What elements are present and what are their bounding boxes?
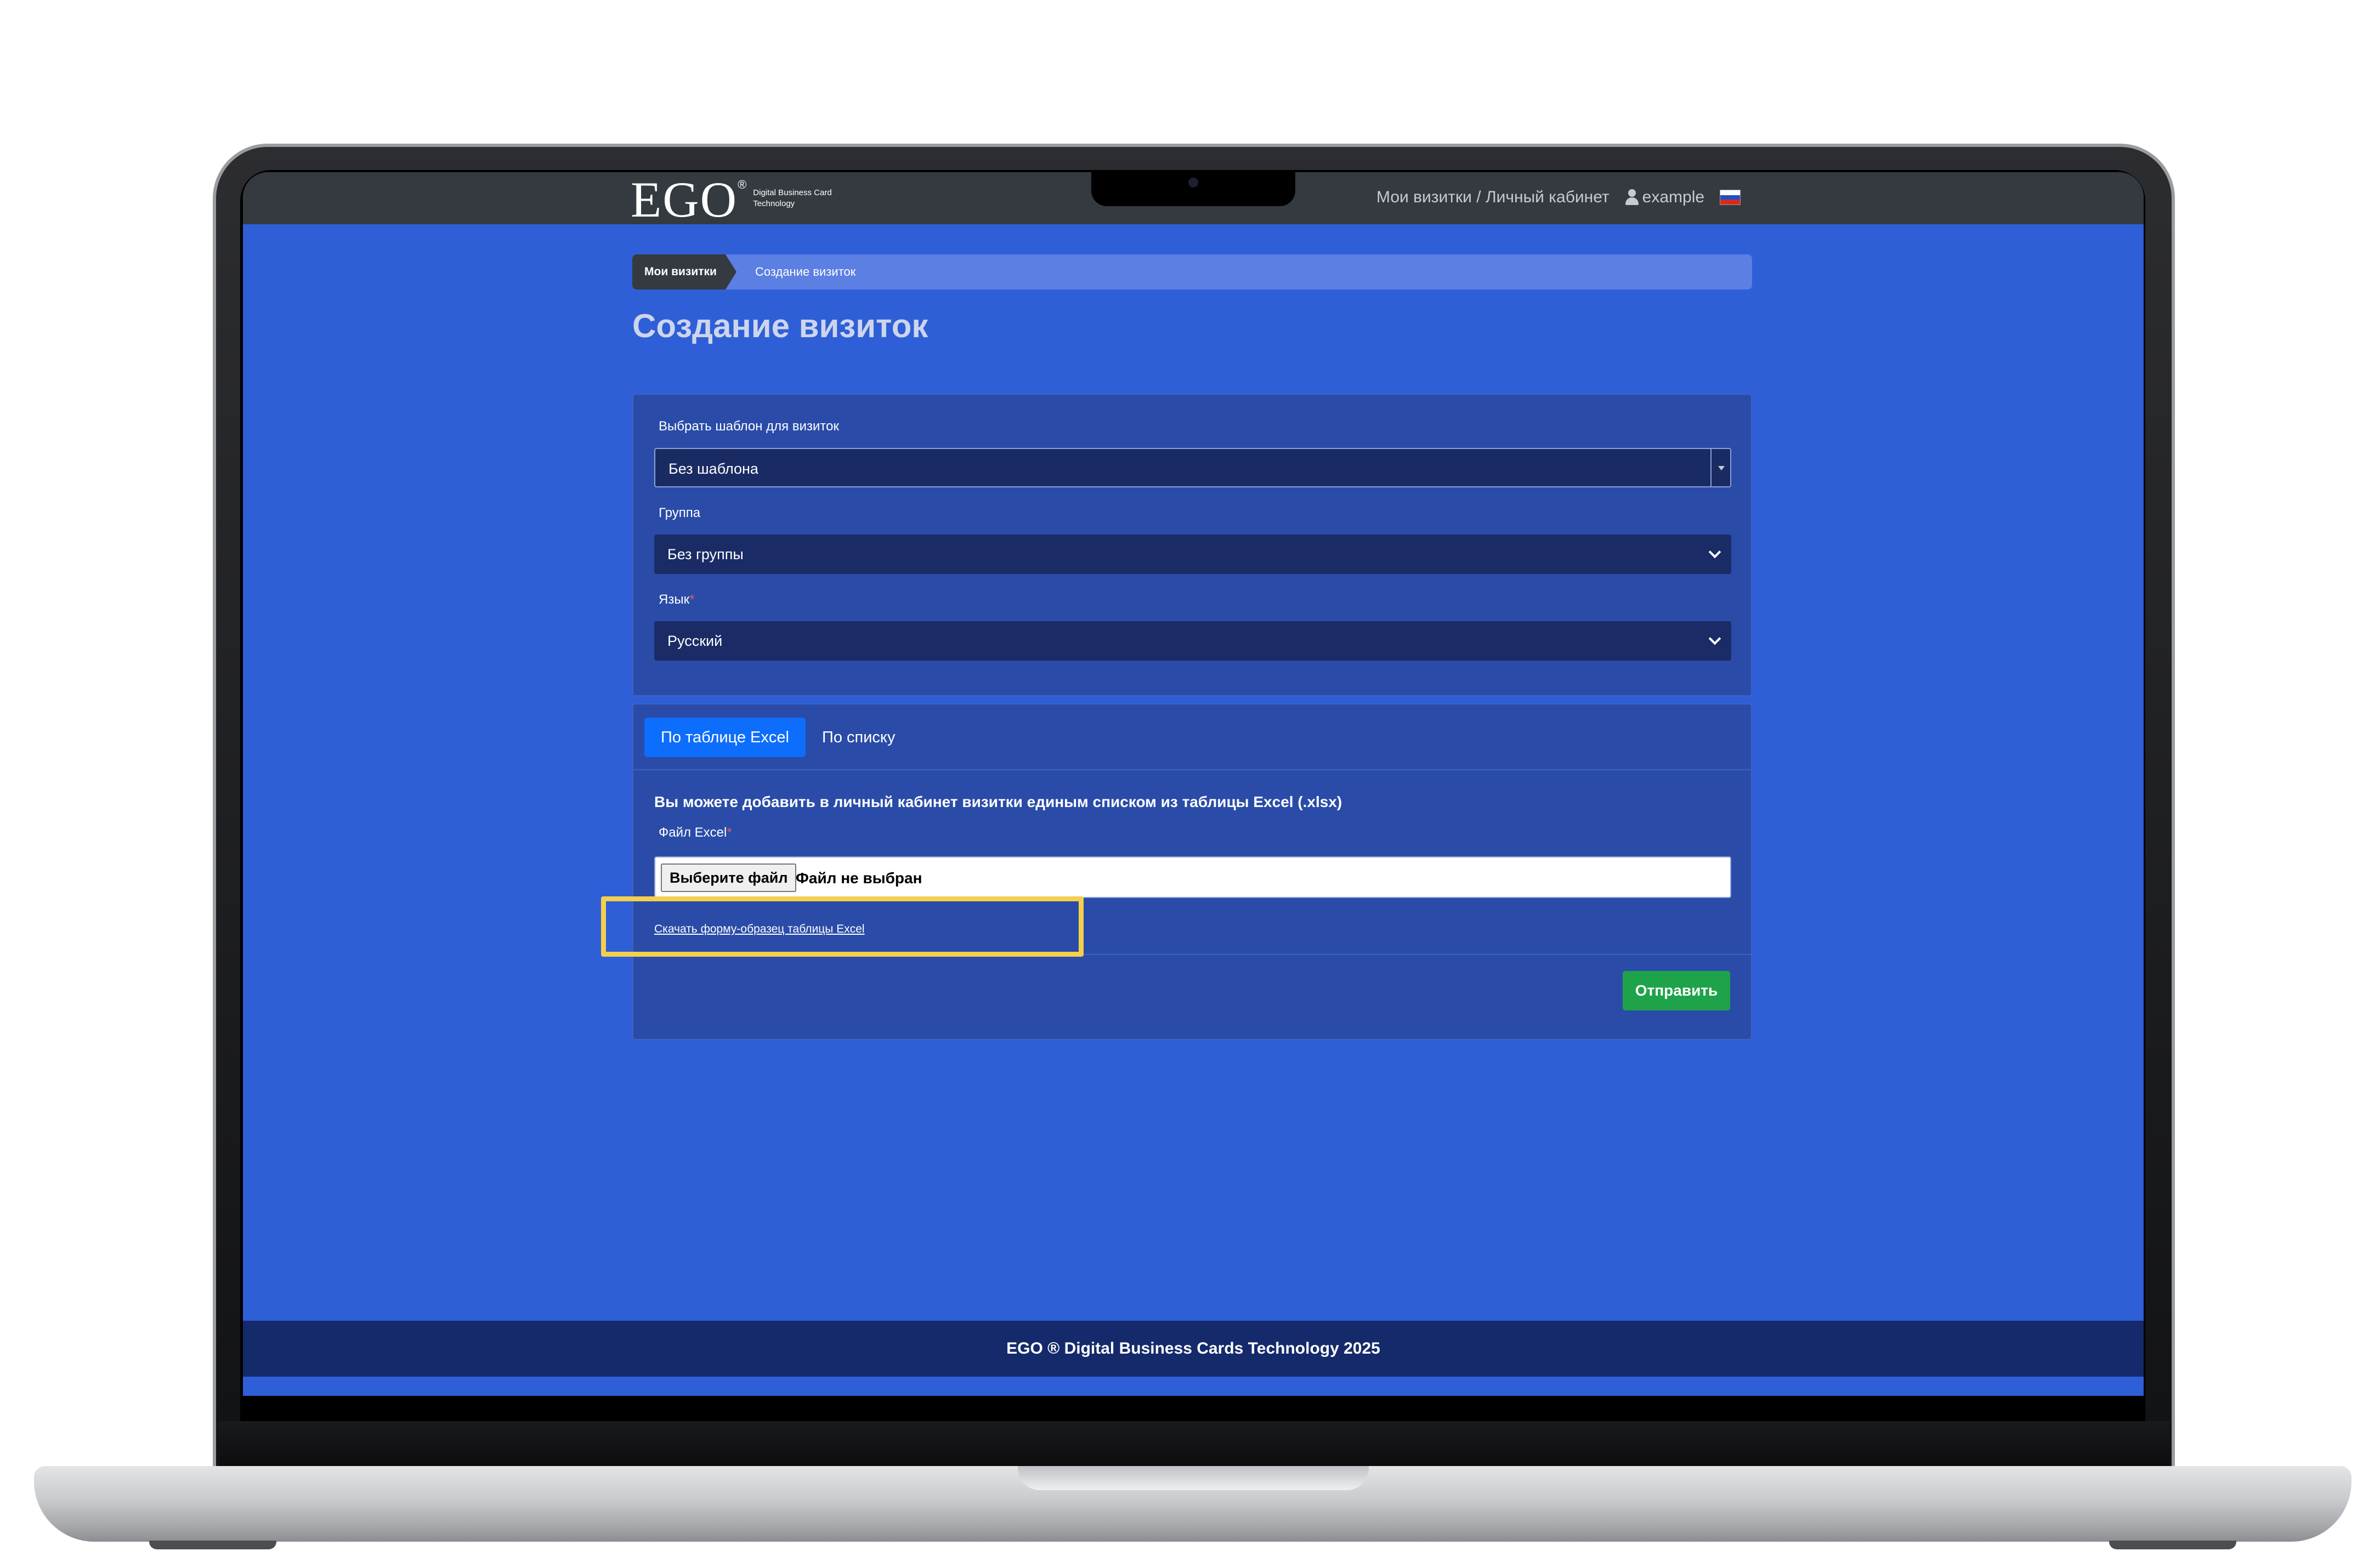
group-select[interactable]: Без группы [654, 535, 1731, 574]
highlight-annotation [601, 896, 1084, 957]
nav-my-cards-link[interactable]: Мои визитки / Личный кабинет [1376, 188, 1610, 207]
language-select-value: Русский [667, 633, 723, 649]
camera-icon [1188, 178, 1198, 188]
breadcrumb-home[interactable]: Мои визитки [632, 254, 726, 289]
group-label: Группа [659, 505, 701, 520]
caret-down-icon [1710, 449, 1730, 486]
screen: EGO ® Digital Business Card Technology М… [243, 172, 2144, 1396]
laptop-foot-left [149, 1541, 276, 1549]
breadcrumb-arrow [726, 254, 736, 289]
ego-logo[interactable]: EGO ® Digital Business Card Technology [631, 174, 835, 225]
file-label: Файл Excel* [659, 825, 732, 840]
file-input[interactable]: Выберите файл Файл не выбран [654, 856, 1731, 898]
choose-file-button[interactable]: Выберите файл [661, 863, 797, 892]
upload-card: По таблице Excel По списку Вы можете доб… [632, 703, 1752, 1040]
footer: EGO ® Digital Business Cards Technology … [243, 1321, 2144, 1377]
language-select[interactable]: Русский [654, 621, 1731, 661]
language-label: Язык* [659, 592, 694, 607]
language-label-text: Язык [659, 592, 690, 607]
tab-excel[interactable]: По таблице Excel [644, 718, 806, 757]
chevron-down-icon [1708, 546, 1721, 559]
username: example [1642, 188, 1705, 206]
required-asterisk: * [727, 825, 732, 840]
template-select-value: Без шаблона [668, 461, 758, 477]
page-title: Создание визиток [632, 308, 928, 344]
breadcrumb-current: Создание визиток [755, 265, 856, 279]
file-label-text: Файл Excel [659, 825, 727, 840]
logo-text: EGO [631, 172, 738, 228]
logo-registered-mark: ® [738, 178, 747, 191]
tab-list[interactable]: По списку [822, 718, 895, 757]
user-icon [1625, 189, 1639, 206]
nav-right: Мои визитки / Личный кабинет example [1376, 185, 1741, 209]
template-select[interactable]: Без шаблона [654, 448, 1731, 487]
chevron-down-icon [1708, 632, 1721, 645]
upload-tabs: По таблице Excel По списку [633, 705, 1751, 770]
submit-button[interactable]: Отправить [1623, 971, 1730, 1010]
user-menu[interactable]: example [1625, 188, 1704, 207]
logo-tagline: Digital Business Card Technology [753, 188, 832, 208]
settings-card: Выбрать шаблон для визиток Без шаблона Г… [632, 394, 1752, 696]
laptop-chin [219, 1421, 2169, 1466]
required-asterisk: * [689, 592, 695, 607]
template-label: Выбрать шаблон для визиток [659, 419, 839, 434]
laptop-base-notch [1018, 1466, 1369, 1490]
laptop-foot-right [2109, 1541, 2236, 1549]
group-select-value: Без группы [667, 546, 744, 563]
breadcrumb: Мои визитки Создание визиток [632, 254, 1752, 289]
ru-flag-icon[interactable] [1720, 190, 1741, 205]
file-status: Файл не выбран [796, 870, 922, 887]
upload-description: Вы можете добавить в личный кабинет визи… [654, 793, 1342, 810]
